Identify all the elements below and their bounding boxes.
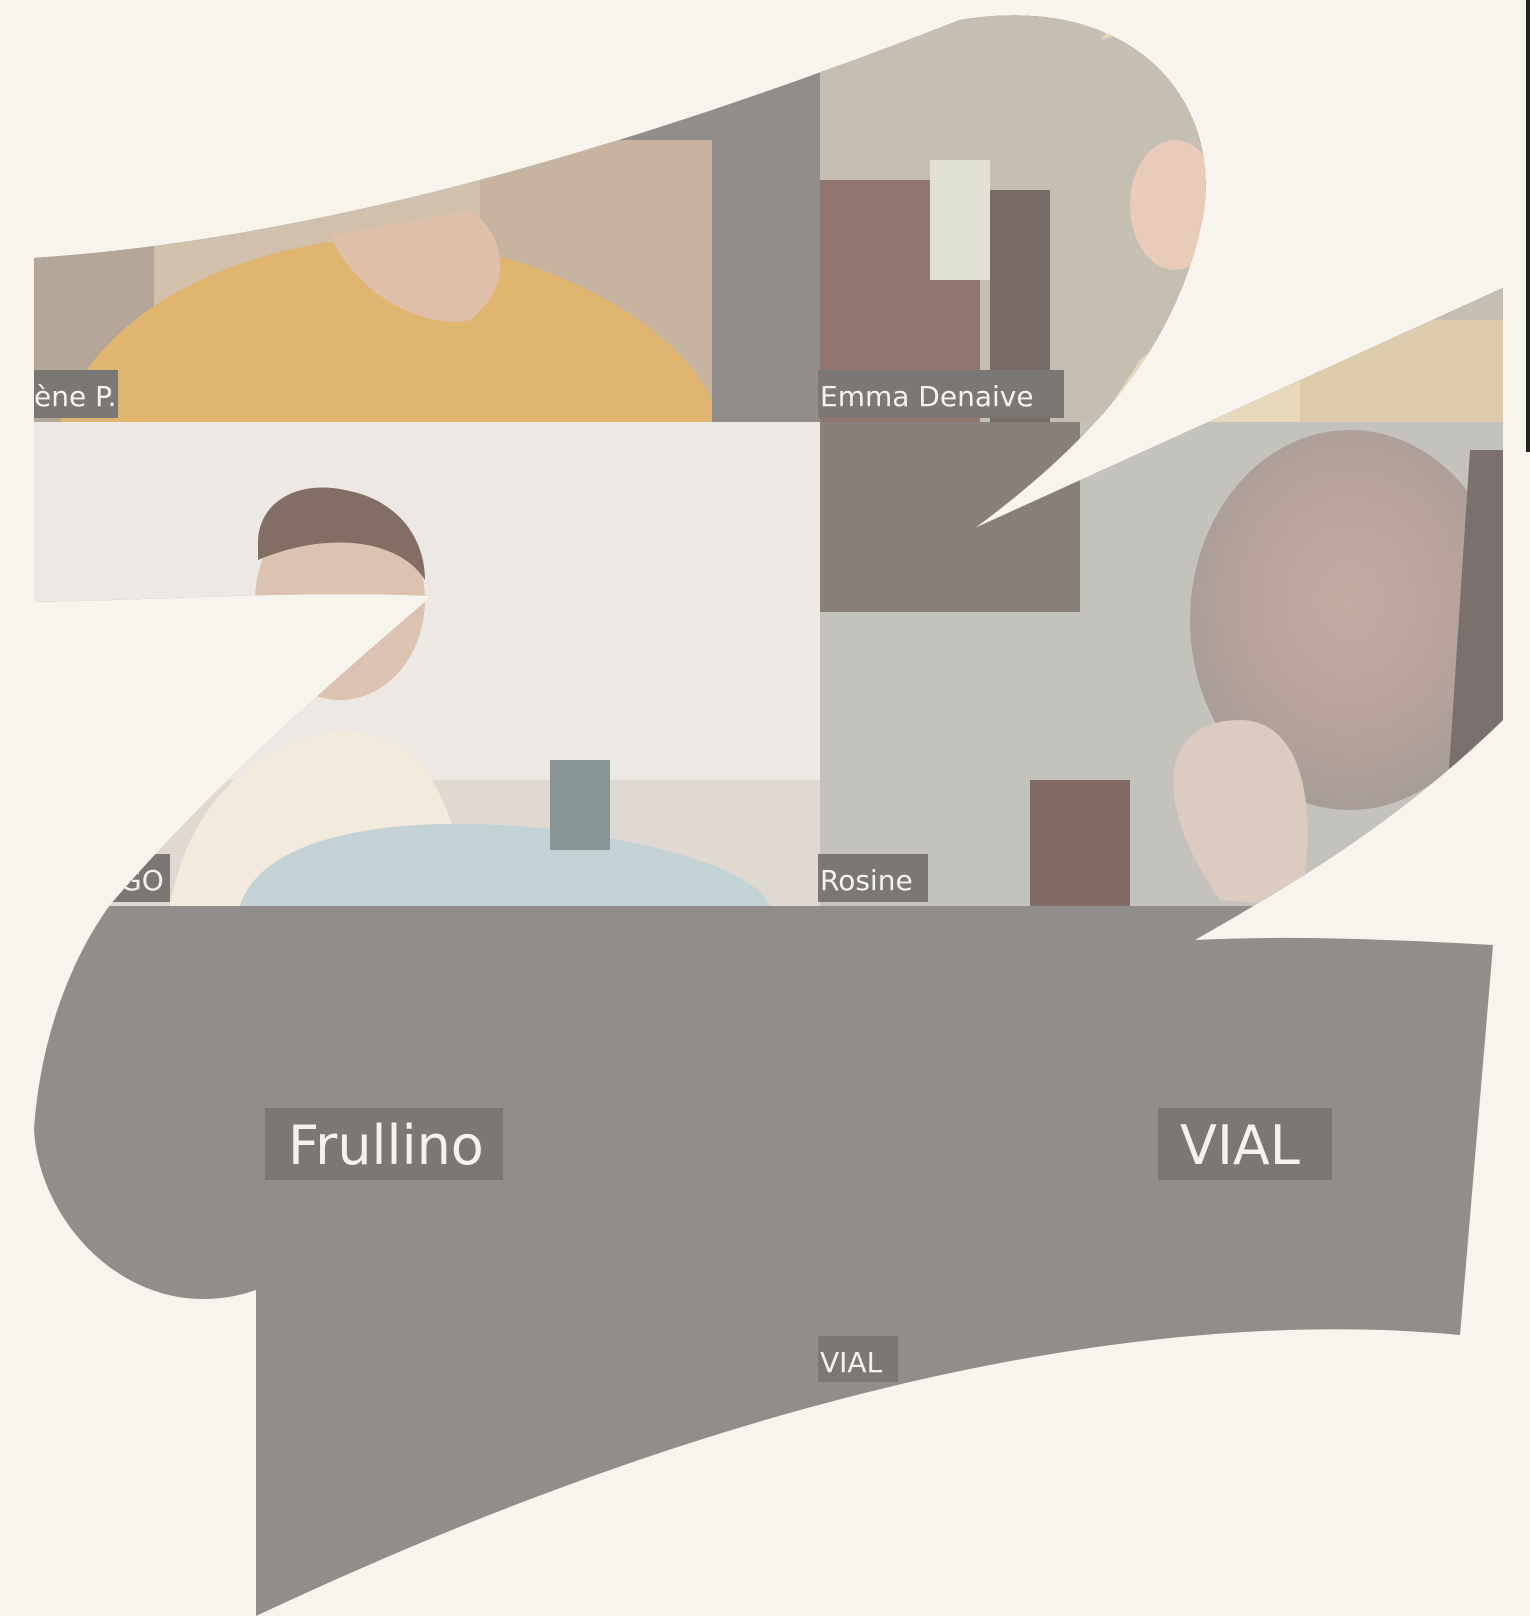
video-call-collage: ène P. Emma Denaive GO Rosine Frullino V… bbox=[0, 0, 1530, 1616]
brush-stroke-mask-canvas: ène P. Emma Denaive GO Rosine Frullino V… bbox=[34, 15, 1503, 1616]
right-edge-bar bbox=[1526, 0, 1530, 452]
